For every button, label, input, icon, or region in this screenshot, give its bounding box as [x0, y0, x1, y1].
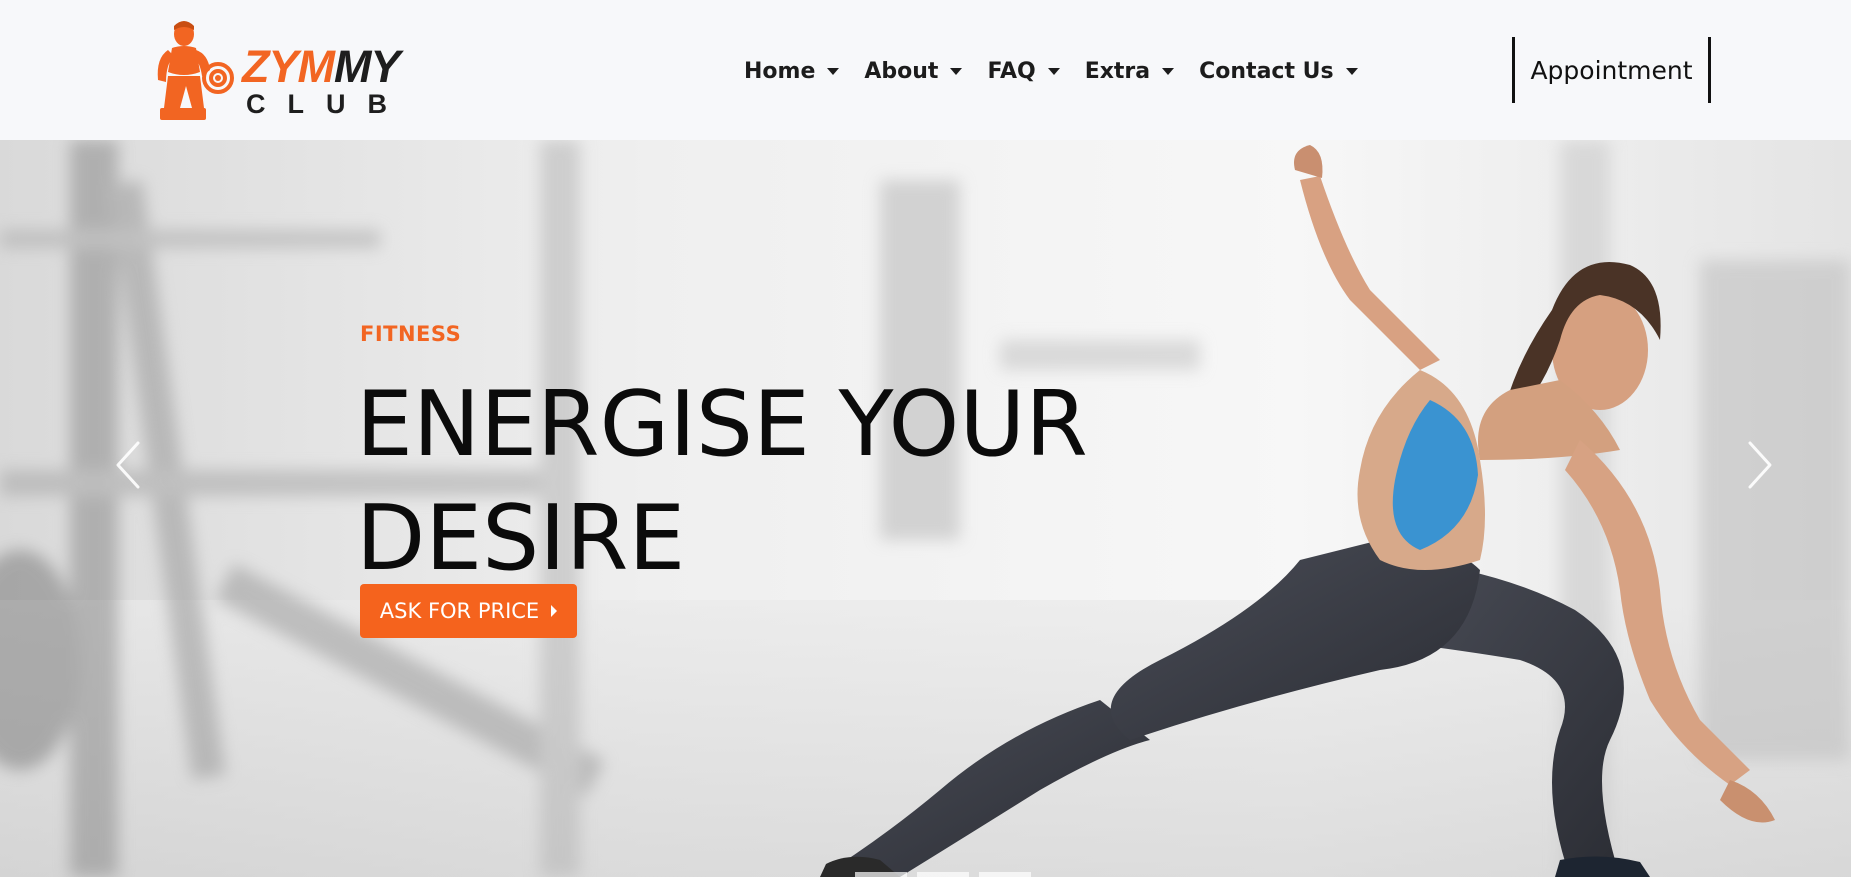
hero-kicker: FITNESS — [360, 322, 462, 346]
brand-wordmark: ZYMMY — [242, 44, 400, 89]
slider-indicator[interactable] — [917, 872, 969, 877]
caret-down-icon — [1345, 67, 1358, 75]
chevron-right-icon — [1748, 441, 1772, 489]
hero-headline: ENERGISE YOUR DESIRE — [356, 368, 1156, 596]
brand-logo[interactable]: ZYMMY CLUB — [150, 18, 410, 123]
brand-word-part2: MY — [334, 41, 400, 92]
hero-slider: FITNESS ENERGISE YOUR DESIRE ASK FOR PRI… — [0, 140, 1851, 877]
nav-item-label: Extra — [1084, 58, 1151, 84]
caret-down-icon — [950, 67, 963, 75]
caret-down-icon — [827, 67, 840, 75]
main-nav: Home About FAQ Extra Contact Us — [744, 56, 1383, 86]
nav-item-home[interactable]: Home — [744, 58, 840, 84]
nav-item-contact-us[interactable]: Contact Us — [1199, 58, 1358, 84]
site-header: ZYMMY CLUB Home About FAQ Extra Contact … — [0, 0, 1851, 140]
ask-for-price-button[interactable]: ASK FOR PRICE — [360, 584, 577, 638]
nav-item-label: Home — [744, 58, 816, 84]
nav-item-label: Contact Us — [1199, 58, 1334, 84]
hero-headline-line1: ENERGISE YOUR — [356, 372, 1088, 477]
chevron-left-icon — [116, 441, 140, 489]
caret-down-icon — [1162, 67, 1175, 75]
caret-right-icon — [551, 605, 558, 617]
cta-label: ASK FOR PRICE — [379, 599, 540, 623]
slider-indicators — [850, 872, 1036, 877]
nav-item-extra[interactable]: Extra — [1084, 58, 1175, 84]
nav-item-about[interactable]: About — [864, 58, 963, 84]
hero-headline-line2: DESIRE — [356, 486, 686, 591]
brand-subtitle: CLUB — [246, 89, 409, 119]
nav-item-label: About — [864, 58, 939, 84]
slider-indicator[interactable] — [979, 872, 1031, 877]
bodybuilder-logo-icon — [157, 21, 234, 120]
brand-word-part1: ZYM — [242, 41, 335, 92]
slider-next-button[interactable] — [1740, 435, 1780, 495]
appointment-button[interactable]: Appointment — [1512, 37, 1711, 103]
slider-indicator[interactable] — [855, 872, 907, 877]
slider-prev-button[interactable] — [108, 435, 148, 495]
caret-down-icon — [1047, 67, 1060, 75]
nav-item-faq[interactable]: FAQ — [987, 58, 1060, 84]
nav-item-label: FAQ — [987, 58, 1036, 84]
